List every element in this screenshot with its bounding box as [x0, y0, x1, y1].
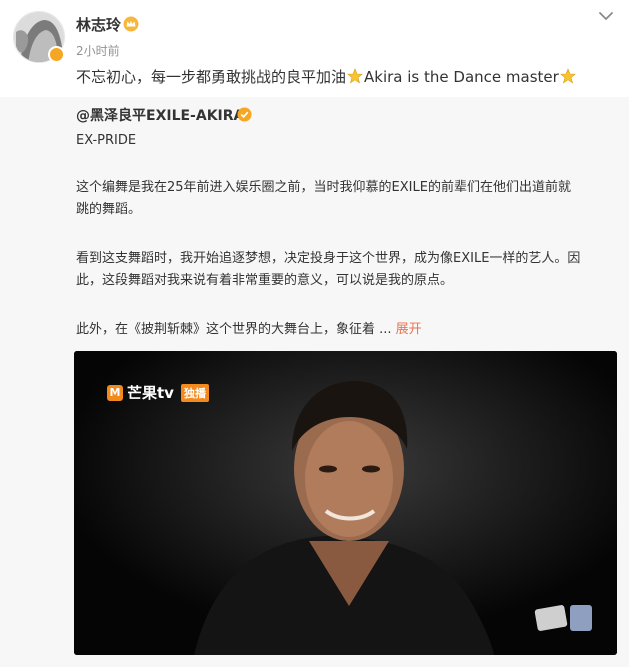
timestamp[interactable]: 2小时前	[76, 42, 120, 59]
repost-line-1: EX-PRIDE	[76, 133, 137, 148]
post-text: 不忘初心，每一步都勇敢挑战的良平加油 Akira is the Dance mas…	[76, 66, 577, 87]
watermark-text: 芒果tv	[127, 384, 174, 402]
repost-paragraph-1: 这个编舞是我在25年前进入娱乐圈之前，当时我仰慕的EXILE的前辈们在他们出道前…	[76, 177, 616, 221]
repost-paragraph-2-line-1: 看到这支舞蹈时，我开始追逐梦想，决定投身于这个世界，成为像EXILE一样的艺人。…	[76, 251, 581, 266]
gold-crown-icon[interactable]	[123, 16, 139, 32]
post-text-part1: 不忘初心，每一步都勇敢挑战的良平加油	[76, 68, 347, 86]
repost-paragraph-2: 看到这支舞蹈时，我开始追逐梦想，决定投身于这个世界，成为像EXILE一样的艺人。…	[76, 248, 616, 292]
repost-paragraph-1-line-2: 跳的舞蹈。	[76, 202, 142, 217]
repost-paragraph-2-line-2: 此，这段舞蹈对我来说有着非常重要的意义，可以说是我的原点。	[76, 273, 454, 288]
video-player[interactable]: M 芒果tv 独播	[74, 351, 617, 655]
star-icon	[559, 68, 576, 84]
repost-author[interactable]: @黑泽良平EXILE-AKIRA	[76, 105, 244, 125]
watermark-exclusive-tag: 独播	[180, 383, 209, 402]
repost-paragraph-3: 此外，在《披荆斩棘》这个世界的大舞台上，象征着 ... 展开	[76, 319, 616, 341]
post-header: 林志玲 2小时前 不忘初心，每一步都勇敢挑战的良平加油 Akira is the …	[0, 0, 629, 97]
repost-paragraph-1-line-1: 这个编舞是我在25年前进入娱乐圈之前，当时我仰慕的EXILE的前辈们在他们出道前…	[76, 180, 571, 195]
repost-card[interactable]: @黑泽良平EXILE-AKIRA EX-PRIDE 这个编舞是我在25年前进入娱…	[0, 97, 629, 667]
gold-verified-icon	[237, 107, 252, 122]
username[interactable]: 林志玲	[76, 14, 121, 35]
mango-tv-watermark: M 芒果tv 独播	[107, 382, 209, 403]
star-icon	[347, 68, 363, 84]
mango-tv-logo-icon: M	[107, 384, 123, 401]
verified-badge-icon	[48, 46, 65, 63]
post-text-part2: Akira is the Dance master	[364, 68, 559, 86]
repost-paragraph-3-text: 此外，在《披荆斩棘》这个世界的大舞台上，象征着 ...	[76, 322, 392, 337]
expand-link[interactable]: 展开	[396, 322, 422, 337]
chevron-down-icon[interactable]	[598, 10, 614, 22]
